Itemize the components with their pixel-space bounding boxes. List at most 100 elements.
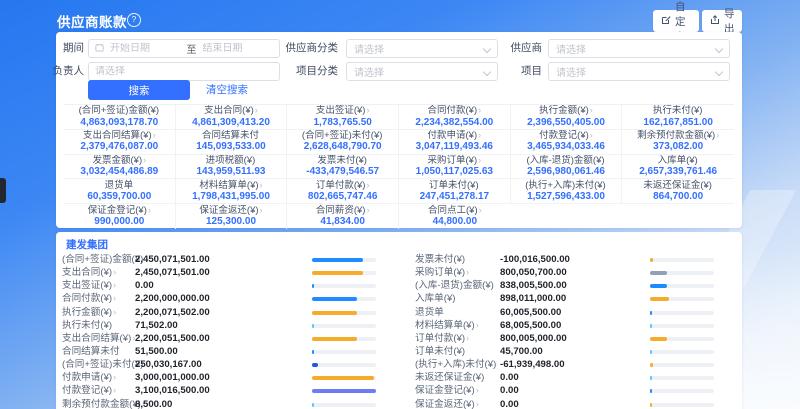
metric-label[interactable]: 材料结算单(¥)› bbox=[415, 319, 479, 332]
summary-card-value: 1,050,117,025.63 bbox=[416, 166, 493, 178]
supplier-accounts-page: 供应商账款 ? 自定义 导出 期间 至 供应商分类 请选择 供应商 请选择 bbox=[0, 0, 800, 409]
summary-card[interactable]: 材料结算单(¥)› 1,798,431,995.00 bbox=[176, 179, 288, 204]
clear-search-button[interactable]: 清空搜索 bbox=[206, 82, 248, 97]
summary-card[interactable]: 剩余预付款金额(¥)› 373,082.00 bbox=[622, 130, 734, 155]
summary-card[interactable]: (执行+入库)未付(¥) 1,527,596,433.00 bbox=[511, 179, 623, 204]
supplier-category-label: 供应商分类 bbox=[278, 39, 338, 58]
summary-card[interactable]: 合同点工(¥)› 44,800.00 bbox=[399, 204, 511, 229]
metric-label[interactable]: 发票未付(¥) bbox=[415, 253, 466, 266]
summary-card-value: -433,479,546.57 bbox=[306, 166, 379, 178]
chevron-right-icon: › bbox=[476, 385, 479, 395]
project-category-select[interactable]: 请选择 bbox=[346, 62, 498, 81]
metric-label[interactable]: (入库-退货)金额(¥) bbox=[415, 279, 495, 292]
summary-card[interactable]: 保证金登记(¥)› 990,000.00 bbox=[64, 204, 176, 229]
summary-card[interactable]: 执行金额(¥)› 2,396,550,405.00 bbox=[511, 105, 623, 130]
summary-card-label: 采购订单(¥)› bbox=[428, 155, 482, 167]
summary-card[interactable]: 合同付款(¥)› 2,234,382,554.00 bbox=[399, 105, 511, 130]
metric-row: 退货单 60,005,500.00 bbox=[56, 306, 742, 319]
summary-card[interactable]: 入库单(¥) 2,657,339,761.46 bbox=[622, 155, 734, 180]
project-category-placeholder: 请选择 bbox=[354, 64, 384, 79]
summary-card[interactable]: 进项税额(¥) 143,959,511.93 bbox=[176, 155, 288, 180]
chevron-right-icon: › bbox=[716, 130, 719, 140]
project-placeholder: 请选择 bbox=[556, 64, 586, 79]
chevron-right-icon: › bbox=[466, 333, 469, 343]
metric-bar-fill bbox=[650, 337, 667, 341]
metric-value: 0.00 bbox=[500, 384, 519, 397]
summary-card[interactable]: 发票未付(¥) -433,479,546.57 bbox=[287, 155, 399, 180]
summary-card[interactable]: 合同结算未付 145,093,533.00 bbox=[176, 130, 288, 155]
search-button[interactable]: 搜索 bbox=[88, 80, 190, 100]
summary-card[interactable]: 订单付款(¥)› 802,665,747.46 bbox=[287, 179, 399, 204]
summary-card[interactable]: 退货单 60,359,700.00 bbox=[64, 179, 176, 204]
summary-card[interactable]: 保证金返还(¥)› 125,300.00 bbox=[176, 204, 288, 229]
summary-card[interactable]: (合同+签证)未付(¥) 2,628,648,790.70 bbox=[287, 130, 399, 155]
owner-input-wrap[interactable] bbox=[88, 62, 280, 81]
group-name-link[interactable]: 建发集团 bbox=[66, 237, 108, 252]
summary-card[interactable] bbox=[511, 204, 623, 229]
metric-value: 0.00 bbox=[500, 371, 519, 384]
summary-card-value: 2,657,339,761.46 bbox=[639, 166, 717, 178]
metric-label[interactable]: (执行+入库)未付(¥) bbox=[415, 358, 497, 371]
summary-card[interactable]: 支出合同(¥)› 4,861,309,413.20 bbox=[176, 105, 288, 130]
metric-row: 保证金登记(¥)› 0.00 bbox=[56, 384, 742, 397]
summary-card[interactable]: 合同薪资(¥)› 41,834.00 bbox=[287, 204, 399, 229]
summary-card[interactable]: 付款申请(¥)› 3,047,119,493.46 bbox=[399, 130, 511, 155]
summary-card-label bbox=[566, 211, 567, 223]
project-select[interactable]: 请选择 bbox=[548, 62, 730, 81]
summary-card[interactable]: (入库-退货)金额(¥) 2,596,980,061.46 bbox=[511, 155, 623, 180]
chevron-right-icon: › bbox=[478, 155, 481, 165]
summary-card-value: 1,783,765.50 bbox=[313, 117, 371, 129]
metric-label[interactable]: 保证金返还(¥)› bbox=[415, 398, 479, 409]
metric-bar-track bbox=[650, 363, 714, 367]
date-range-input[interactable]: 至 bbox=[88, 39, 280, 58]
sidebar-collapse-handle[interactable] bbox=[0, 178, 6, 203]
metric-bar-track bbox=[650, 376, 714, 380]
metric-label[interactable]: 采购订单(¥)› bbox=[415, 266, 469, 279]
summary-card[interactable] bbox=[622, 204, 734, 229]
supplier-category-select[interactable]: 请选择 bbox=[346, 39, 498, 58]
summary-card[interactable]: 支出签证(¥)› 1,783,765.50 bbox=[287, 105, 399, 130]
summary-card-value: 802,665,747.46 bbox=[308, 191, 378, 203]
summary-card-label: 未返还保证金(¥) bbox=[643, 180, 713, 192]
summary-grid: (合同+签证)金额(¥) 4,863,093,178.70 支出合同(¥)› 4… bbox=[64, 104, 734, 229]
summary-card[interactable]: 支出合同结算(¥)› 2,379,476,087.00 bbox=[64, 130, 176, 155]
summary-card-label: 订单付款(¥)› bbox=[316, 180, 370, 192]
summary-card[interactable]: 执行未付(¥) 162,167,851.00 bbox=[622, 105, 734, 130]
chevron-right-icon: › bbox=[260, 180, 263, 190]
metric-bar-fill bbox=[650, 389, 652, 393]
customize-button[interactable]: 自定义 bbox=[653, 10, 699, 32]
metric-label[interactable]: 退货单 bbox=[415, 306, 445, 319]
metric-bar-track bbox=[650, 284, 714, 288]
summary-card[interactable]: 付款登记(¥)› 3,465,934,033.46 bbox=[511, 130, 623, 155]
summary-card[interactable]: 采购订单(¥)› 1,050,117,025.63 bbox=[399, 155, 511, 180]
metric-label[interactable]: 入库单(¥) bbox=[415, 292, 457, 305]
end-date-input[interactable] bbox=[197, 43, 280, 54]
metric-row: 入库单(¥) 898,011,000.00 bbox=[56, 292, 742, 305]
metric-label[interactable]: 保证金登记(¥)› bbox=[415, 384, 479, 397]
metric-label[interactable]: 订单未付(¥) bbox=[415, 345, 466, 358]
export-button[interactable]: 导出 bbox=[702, 10, 742, 32]
summary-card-label: 保证金登记(¥)› bbox=[88, 205, 151, 217]
help-icon[interactable]: ? bbox=[127, 13, 141, 27]
summary-card-value: 2,379,476,087.00 bbox=[80, 141, 158, 153]
summary-card-label: 保证金返还(¥)› bbox=[199, 205, 262, 217]
metric-bar-track bbox=[650, 350, 714, 354]
supplier-select[interactable]: 请选择 bbox=[548, 39, 730, 58]
metric-label[interactable]: 未返还保证金(¥) bbox=[415, 371, 485, 384]
metric-bar-track bbox=[650, 324, 714, 328]
summary-card[interactable]: 未返还保证金(¥) 864,700.00 bbox=[622, 179, 734, 204]
metric-label[interactable]: 订单付款(¥)› bbox=[415, 332, 469, 345]
summary-card[interactable]: 发票金额(¥)› 3,032,454,486.89 bbox=[64, 155, 176, 180]
calendar-icon bbox=[95, 43, 104, 55]
summary-card[interactable]: 订单未付(¥) 247,451,278.17 bbox=[399, 179, 511, 204]
owner-input[interactable] bbox=[89, 66, 279, 77]
summary-card[interactable]: (合同+签证)金额(¥) 4,863,093,178.70 bbox=[64, 105, 176, 130]
metric-value: 838,005,500.00 bbox=[500, 279, 567, 292]
chevron-right-icon: › bbox=[476, 399, 479, 409]
metric-value: -100,016,500.00 bbox=[500, 253, 570, 266]
summary-card-label: 支出签证(¥)› bbox=[316, 105, 370, 117]
metric-bar-track bbox=[650, 403, 714, 407]
start-date-input[interactable] bbox=[104, 43, 187, 54]
summary-card-value: 2,396,550,405.00 bbox=[527, 117, 605, 129]
summary-card-value: 247,451,278.17 bbox=[420, 191, 490, 203]
